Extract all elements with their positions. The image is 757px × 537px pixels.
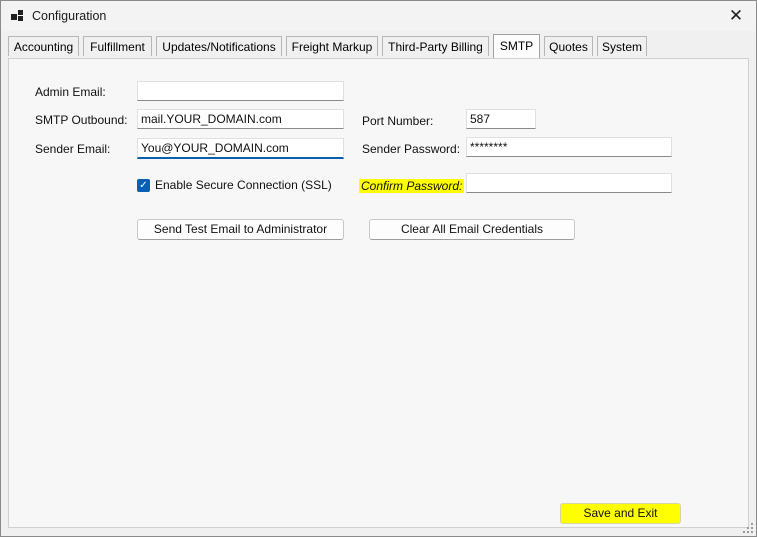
confirm-password-label: Confirm Password: [359, 179, 465, 193]
admin-email-field[interactable] [137, 81, 344, 101]
sender-password-field[interactable] [466, 137, 672, 157]
sender-password-label: Sender Password: [362, 142, 461, 156]
smtp-outbound-label: SMTP Outbound: [35, 113, 128, 127]
port-number-field[interactable] [466, 109, 536, 129]
tab-system[interactable]: System [597, 36, 647, 56]
tab-accounting[interactable]: Accounting [8, 36, 79, 56]
tab-smtp[interactable]: SMTP [493, 34, 540, 58]
admin-email-label: Admin Email: [35, 85, 106, 99]
smtp-tab-page: Admin Email: SMTP Outbound: Port Number:… [8, 58, 749, 528]
sender-email-field[interactable] [137, 138, 344, 159]
tab-third-party-billing[interactable]: Third-Party Billing [382, 36, 489, 56]
resize-grip-icon[interactable] [743, 523, 753, 533]
tab-quotes[interactable]: Quotes [544, 36, 593, 56]
confirm-password-field[interactable] [466, 173, 672, 193]
port-number-label: Port Number: [362, 114, 434, 128]
app-window-icon [11, 10, 23, 22]
window-title: Configuration [32, 9, 107, 23]
tab-freight-markup[interactable]: Freight Markup [286, 36, 378, 56]
save-and-exit-button[interactable]: Save and Exit [560, 503, 681, 524]
configuration-window: Configuration ✕ Accounting Fulfillment U… [0, 0, 757, 537]
close-icon[interactable]: ✕ [716, 1, 756, 31]
title-bar[interactable]: Configuration ✕ [1, 1, 756, 31]
clear-email-credentials-button[interactable]: Clear All Email Credentials [369, 219, 575, 240]
ssl-label[interactable]: Enable Secure Connection (SSL) [155, 178, 332, 192]
send-test-email-button[interactable]: Send Test Email to Administrator [137, 219, 344, 240]
ssl-checkbox[interactable]: ✓ [137, 179, 150, 192]
tab-updates-notifications[interactable]: Updates/Notifications [156, 36, 282, 56]
tab-fulfillment[interactable]: Fulfillment [83, 36, 152, 56]
sender-email-label: Sender Email: [35, 142, 111, 156]
smtp-outbound-field[interactable] [137, 109, 344, 129]
